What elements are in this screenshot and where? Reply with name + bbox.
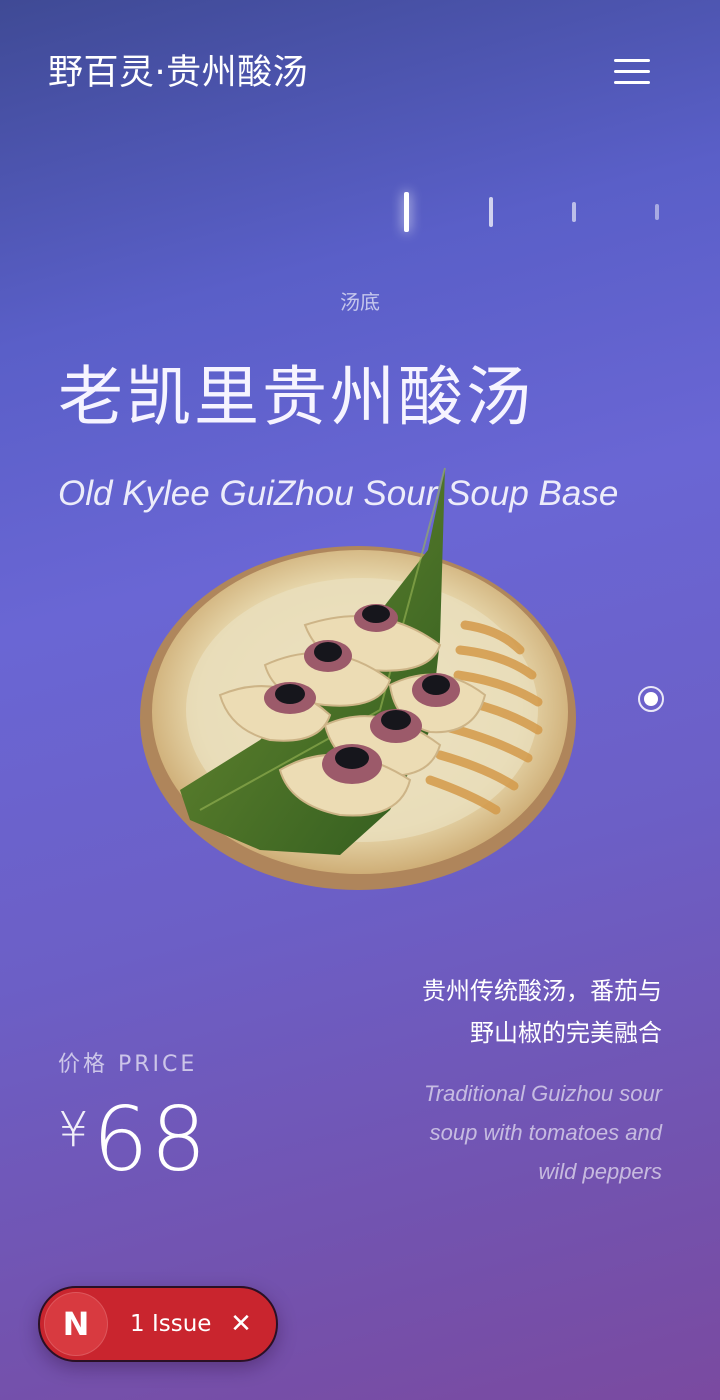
dish-category: 汤底 bbox=[340, 290, 380, 314]
issues-count-label[interactable]: 1 Issue bbox=[130, 1308, 211, 1340]
brand-logo-text[interactable]: 野百灵·贵州酸汤 bbox=[48, 50, 308, 96]
site-header: 野百灵·贵州酸汤 bbox=[0, 0, 720, 150]
menu-bar bbox=[614, 70, 650, 73]
dish-description-en: Traditional Guizhou sour soup with tomat… bbox=[342, 1074, 662, 1191]
currency-symbol: ¥ bbox=[58, 1102, 89, 1158]
price-label: 价格 PRICE bbox=[58, 1052, 198, 1077]
price-amount: 68 bbox=[92, 1088, 209, 1191]
hamburger-menu-icon[interactable] bbox=[606, 52, 658, 92]
pager-tick-1[interactable] bbox=[404, 192, 409, 232]
dish-description-zh: 贵州传统酸汤，番茄与 野山椒的完美融合 bbox=[342, 970, 662, 1054]
dish-price: ¥68 bbox=[58, 1090, 209, 1190]
close-icon[interactable]: ✕ bbox=[226, 1308, 256, 1340]
pager-tick-4[interactable] bbox=[655, 204, 659, 220]
description-en-line: wild peppers bbox=[538, 1159, 662, 1184]
pager-tick-3[interactable] bbox=[572, 202, 576, 222]
dish-title-en: Old Kylee GuiZhou Sour Soup Base bbox=[58, 474, 619, 513]
badge-letter: N bbox=[62, 1305, 90, 1343]
dish-image bbox=[140, 467, 576, 890]
dish-pager bbox=[380, 180, 700, 240]
description-en-line: soup with tomatoes and bbox=[429, 1120, 662, 1145]
dish-title-zh: 老凯里贵州酸汤 bbox=[58, 360, 535, 435]
dev-issues-pill[interactable]: N 1 Issue ✕ bbox=[38, 1286, 278, 1362]
description-en-line: Traditional Guizhou sour bbox=[423, 1081, 662, 1106]
menu-bar bbox=[614, 81, 650, 84]
description-zh-line: 野山椒的完美融合 bbox=[470, 1019, 662, 1047]
scroll-indicator-dot[interactable] bbox=[638, 686, 664, 712]
menu-bar bbox=[614, 59, 650, 62]
description-zh-line: 贵州传统酸汤，番茄与 bbox=[422, 977, 662, 1005]
nextjs-logo-icon[interactable]: N bbox=[44, 1292, 108, 1356]
pager-tick-2[interactable] bbox=[489, 197, 493, 227]
